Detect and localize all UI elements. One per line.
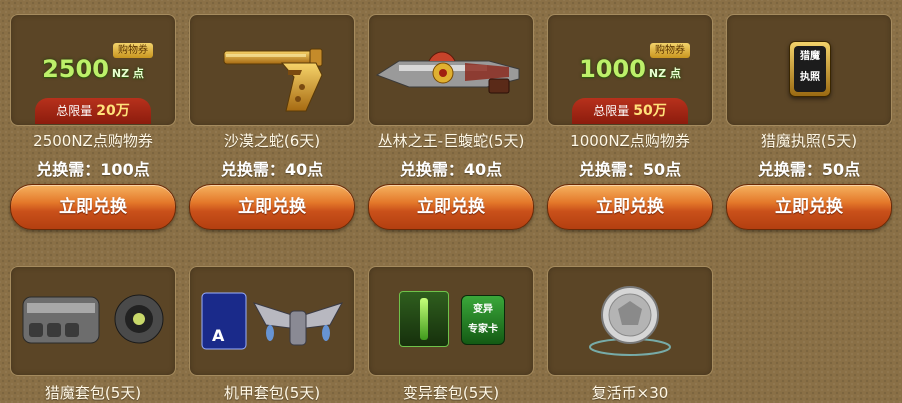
mutant-card-icon: 变异 专家卡 [461, 295, 505, 345]
item-name: 丛林之王-巨蝮蛇(5天) [377, 132, 525, 150]
svg-text:A: A [212, 326, 225, 345]
exchange-button[interactable]: 立即兑换 [189, 184, 355, 230]
item-name: 2500NZ点购物券 [33, 132, 153, 150]
item-name: 1000NZ点购物券 [570, 132, 690, 150]
item-cost: 兑换需：100点 [36, 160, 150, 179]
item-image [189, 14, 355, 126]
voucher-amount: 2500 NZ 点 [42, 55, 144, 83]
item-image: A [189, 266, 355, 376]
item-cost: 兑换需：50点 [757, 160, 861, 179]
exchange-button[interactable]: 立即兑换 [368, 184, 534, 230]
exchange-button[interactable]: 立即兑换 [10, 184, 176, 230]
item-image [547, 266, 713, 376]
item-name: 沙漠之蛇(6天) [223, 132, 321, 150]
revive-coin-icon [589, 286, 671, 356]
limit-badge: 总限量 50万 [572, 98, 688, 124]
limit-badge: 总限量 20万 [35, 98, 151, 124]
voucher-amount: 1000 NZ 点 [579, 55, 681, 83]
license-badge-icon: 猎魔 执照 [789, 41, 831, 97]
item-cost: 兑换需：50点 [578, 160, 682, 179]
item-image [368, 14, 534, 126]
item-cost: 兑换需：40点 [399, 160, 503, 179]
syringe-icon [399, 291, 449, 347]
pistol-icon [223, 48, 323, 112]
blade-weapon-icon [375, 51, 520, 94]
item-image: 变异 专家卡 [368, 266, 534, 376]
gear-pack-icon [22, 294, 164, 344]
item-image [10, 266, 176, 376]
item-image: 购物券 1000 NZ 点 总限量 50万 [547, 14, 713, 126]
exchange-button[interactable]: 立即兑换 [726, 184, 892, 230]
item-cost: 兑换需：40点 [220, 160, 324, 179]
item-name: 猎魔执照(5天) [760, 132, 858, 150]
item-image: 购物券 2500 NZ 点 总限量 20万 [10, 14, 176, 126]
exchange-button[interactable]: 立即兑换 [547, 184, 713, 230]
mech-pack-icon: A [201, 292, 344, 350]
item-image: 猎魔 执照 [726, 14, 892, 126]
